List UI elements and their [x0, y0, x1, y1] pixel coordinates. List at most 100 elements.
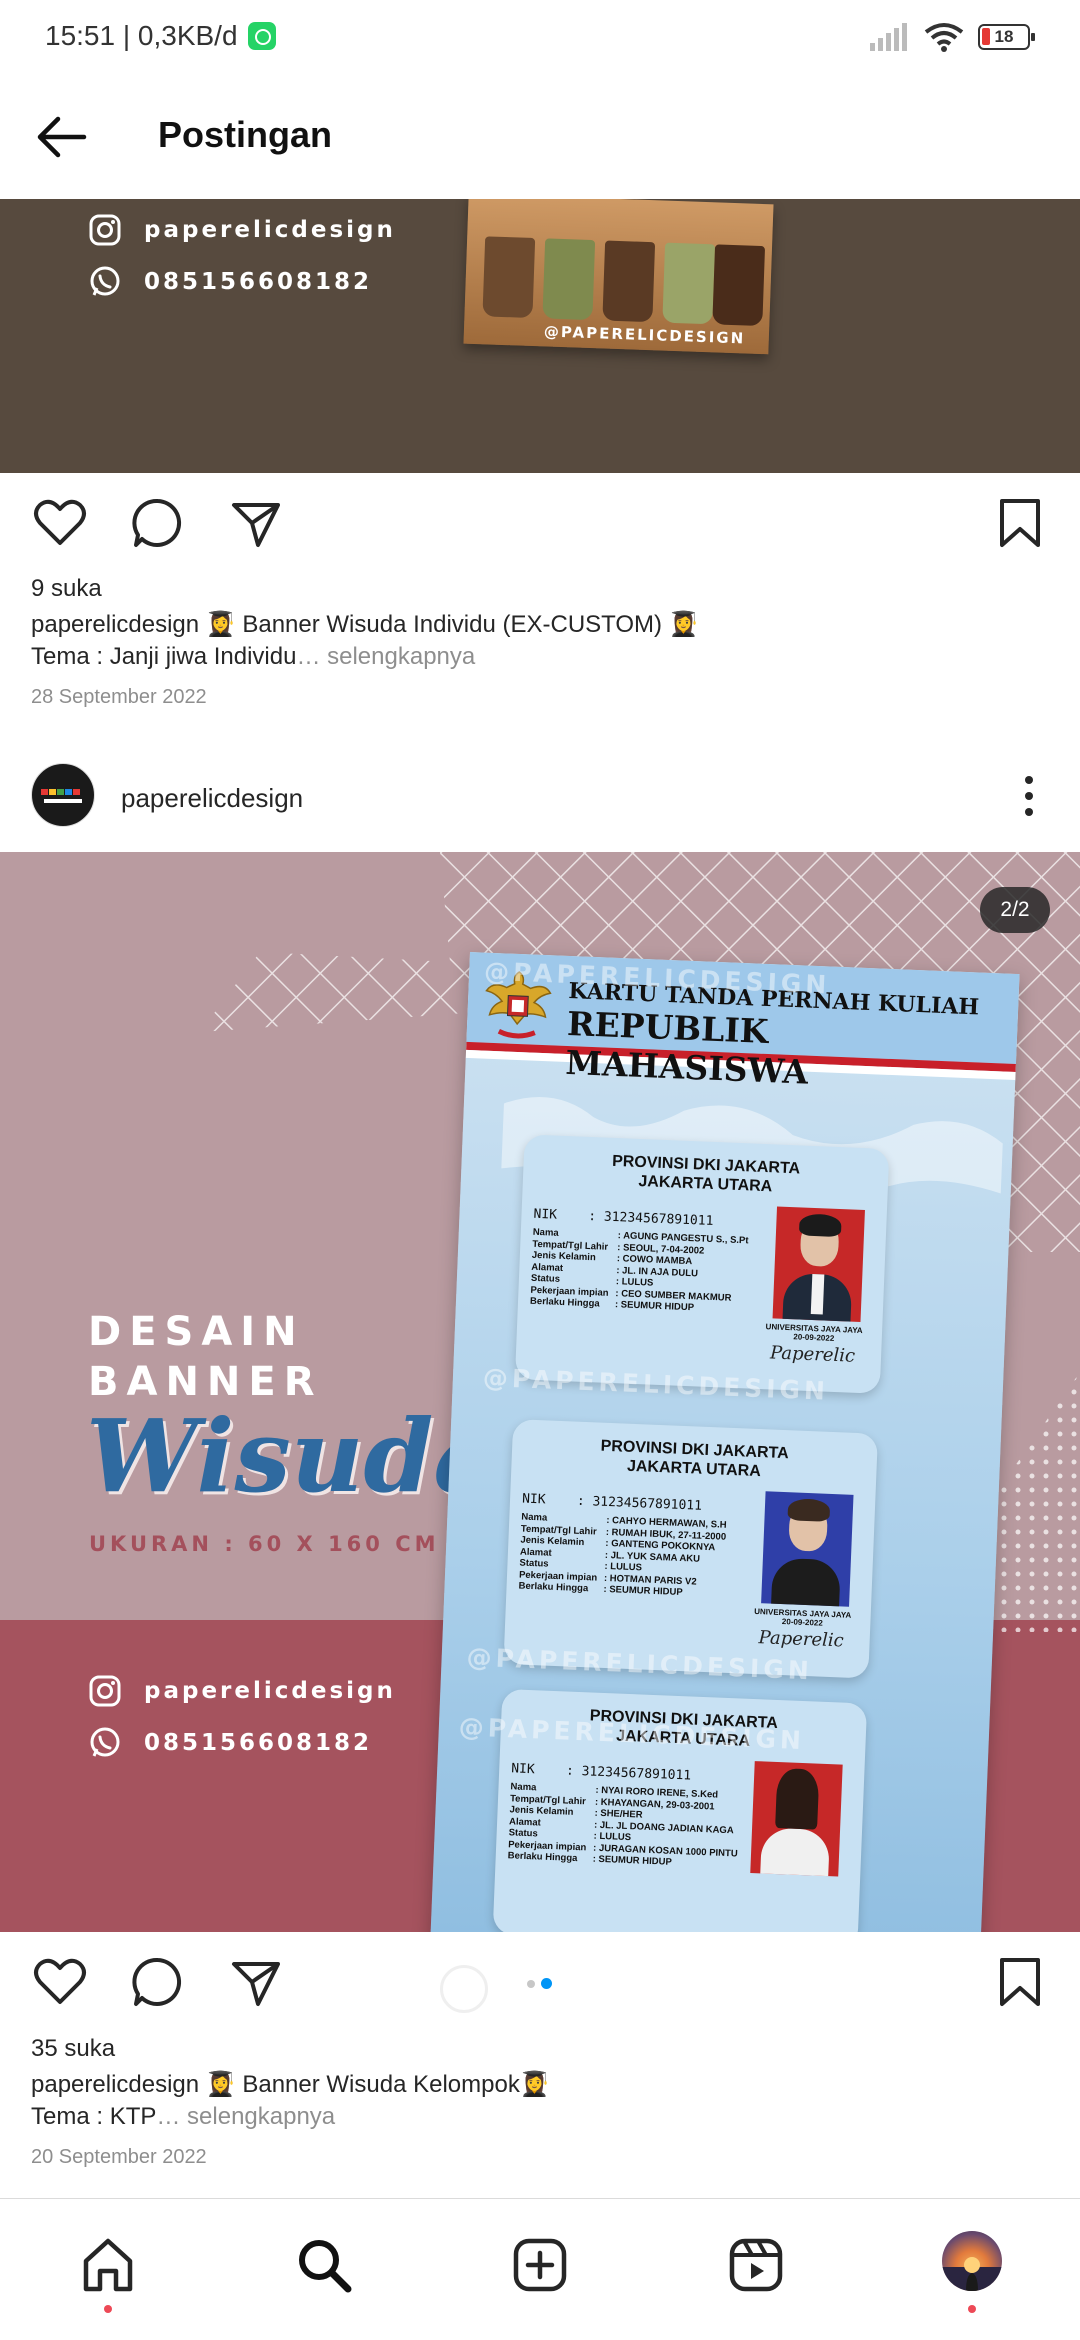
instagram-icon [89, 1675, 121, 1707]
post2-phone: 08515660818​2 [144, 1730, 373, 1756]
post2-phone-row: 08515660818​2 [88, 1726, 372, 1760]
id-photo [761, 1491, 854, 1607]
bookmark-icon[interactable] [992, 1954, 1048, 2010]
drink-cup [712, 244, 766, 327]
post1-action-bar [0, 473, 1080, 573]
post2-username[interactable]: paperelicdesign [121, 783, 303, 814]
bookmark-icon[interactable] [992, 495, 1048, 551]
id-card-fields: Nama: NYAI RORO IRENE, S.Ked Tempat/Tgl … [508, 1781, 741, 1871]
post2-more-link[interactable]: … selengkapnya [156, 2103, 335, 2130]
loading-spinner [440, 1965, 488, 2013]
comment-icon[interactable] [130, 1954, 186, 2010]
post1-phone: 08515660818​2 [144, 269, 373, 295]
id-photo-hair [775, 1767, 820, 1830]
whatsapp-icon [247, 22, 276, 50]
id-field-key: Berlaku Hingga [518, 1580, 589, 1595]
post2-title-desain: DESAIN BANNER [88, 1307, 323, 1407]
id-card: PROVINSI DKI JAKARTA JAKARTA UTARA NIK :… [514, 1134, 890, 1394]
id-photo-shirt [810, 1273, 825, 1315]
more-options-icon[interactable] [1024, 775, 1034, 817]
status-time-data: 15:51 | 0,3KB/d [45, 20, 238, 51]
drinks-photo: @PAPERELICDESIGN [463, 199, 774, 355]
post1-caption-line2: Tema : Janji jiwa Individu [31, 643, 297, 670]
app-header: Postingan [0, 75, 1080, 199]
post2-size-text: UKURAN : 60 X 160 CM [89, 1532, 440, 1556]
title-line1: DESAIN [88, 1309, 305, 1355]
id-field-value: : SEUMUR HIDUP [592, 1853, 673, 1868]
carousel-dots[interactable] [527, 1978, 552, 1989]
id-card-signature: Paperelic [758, 1627, 845, 1652]
profile-avatar[interactable] [942, 2231, 1002, 2291]
post1-instagram-row: paperelicdesign [88, 213, 396, 247]
carousel-counter: 2/2 [980, 887, 1050, 933]
carousel-dot[interactable] [527, 1980, 535, 1988]
paperelic-logo [40, 788, 86, 803]
share-icon[interactable] [228, 1954, 284, 2010]
battery-icon: 18 [978, 24, 1035, 50]
post2-title-wisuda: Wisuda [86, 1397, 499, 1515]
whatsapp-icon [90, 266, 120, 296]
id-photo-body [760, 1827, 831, 1877]
page-title: Postingan [158, 114, 333, 155]
post1-like-count[interactable]: 9 suka [31, 575, 102, 603]
post2-caption-user[interactable]: paperelicdesign [31, 2071, 199, 2098]
post2-instagram-row: paperelicdesign [88, 1674, 396, 1708]
post2-header: paperelicdesign [0, 750, 1080, 852]
home-icon[interactable] [78, 2235, 138, 2295]
carousel-dot-active[interactable] [541, 1978, 552, 1989]
drink-cup [542, 238, 596, 321]
comment-icon[interactable] [130, 495, 186, 551]
id-card-nik: NIK : 3123456789101​1 [533, 1207, 713, 1229]
id-photo-hair [787, 1498, 831, 1522]
id-card-fields: Nama: AGUNG PANGESTU S., S.Pt Tempat/Tgl… [530, 1227, 749, 1316]
post2-date: 20 September 2022 [31, 2146, 207, 2168]
profile-notification-dot [968, 2305, 976, 2313]
post2-image[interactable]: 2/2 DESAIN BANNER Wisuda UKURAN : 60 X 1… [0, 852, 1080, 1932]
post1-caption: paperelicdesign 👩‍🎓 Banner Wisuda Indivi… [31, 609, 1051, 673]
signal-icon [870, 23, 907, 51]
post2-like-count[interactable]: 35 suka [31, 2035, 115, 2063]
post1-more-link[interactable]: … selengkapnya [296, 643, 475, 670]
search-icon[interactable] [294, 2235, 354, 2295]
like-heart-icon[interactable] [32, 1954, 88, 2010]
sunset-avatar-image [942, 2257, 1002, 2291]
create-post-icon[interactable] [510, 2235, 570, 2295]
post2-instagram-handle: paperelicdesign [144, 1678, 396, 1704]
post2-avatar[interactable] [31, 763, 95, 827]
nik-label: NIK [510, 1761, 536, 1778]
id-field-key: Berlaku Hingga [529, 1295, 600, 1310]
nik-label: NIK [533, 1206, 558, 1223]
id-card-nik: NIK : 3123456789101​1 [522, 1492, 702, 1514]
id-photo [772, 1206, 865, 1322]
post2-action-bar [0, 1932, 1080, 2032]
nik-value: : 3123456789101​1 [576, 1493, 703, 1514]
status-right: 18 [868, 22, 1035, 52]
bottom-navigation [0, 2198, 1080, 2340]
drinks-watermark: @PAPERELICDESIGN [543, 322, 746, 348]
post1-date: 28 September 2022 [31, 686, 207, 708]
nik-value: : 3123456789101​1 [565, 1763, 692, 1784]
nik-value: : 3123456789101​1 [587, 1208, 714, 1229]
post1-caption-line1: 👩‍🎓 Banner Wisuda Individu (EX-CUSTOM) 👩… [199, 611, 699, 638]
whatsapp-icon [90, 1727, 120, 1757]
drink-cup [482, 236, 536, 319]
id-field-value: : SEUMUR HIDUP [614, 1299, 695, 1314]
like-heart-icon[interactable] [32, 495, 88, 551]
post1-caption-user[interactable]: paperelicdesign [31, 611, 199, 638]
id-card-signature: Paperelic [769, 1342, 856, 1367]
post1-phone-row: 08515660818​2 [88, 265, 372, 299]
post2-caption: paperelicdesign 👩‍🎓 Banner Wisuda Kelomp… [31, 2069, 1051, 2133]
nik-label: NIK [521, 1491, 546, 1508]
post1-image[interactable]: paperelicdesign 08515660818​2 @PAPERELIC… [0, 199, 1080, 473]
drink-cup [662, 242, 716, 325]
id-field-value: : SEUMUR HIDUP [603, 1583, 683, 1599]
reels-icon[interactable] [726, 2235, 786, 2295]
share-icon[interactable] [228, 495, 284, 551]
ktp-banner: KARTU TANDA PERNAH KULIAH REPUBLIK MAHAS… [429, 952, 1020, 1932]
back-arrow-icon[interactable] [34, 113, 88, 161]
id-card-province: PROVINSI DKI JAKARTA JAKARTA UTARA [511, 1433, 877, 1486]
post2-caption-line2: Tema : KTP [31, 2103, 157, 2130]
id-card-university: UNIVERSITAS JAYA JAYA 20-09-2022 [764, 1322, 865, 1344]
id-field-key: Berlaku Hingga [507, 1850, 578, 1865]
wifi-icon [924, 23, 964, 52]
